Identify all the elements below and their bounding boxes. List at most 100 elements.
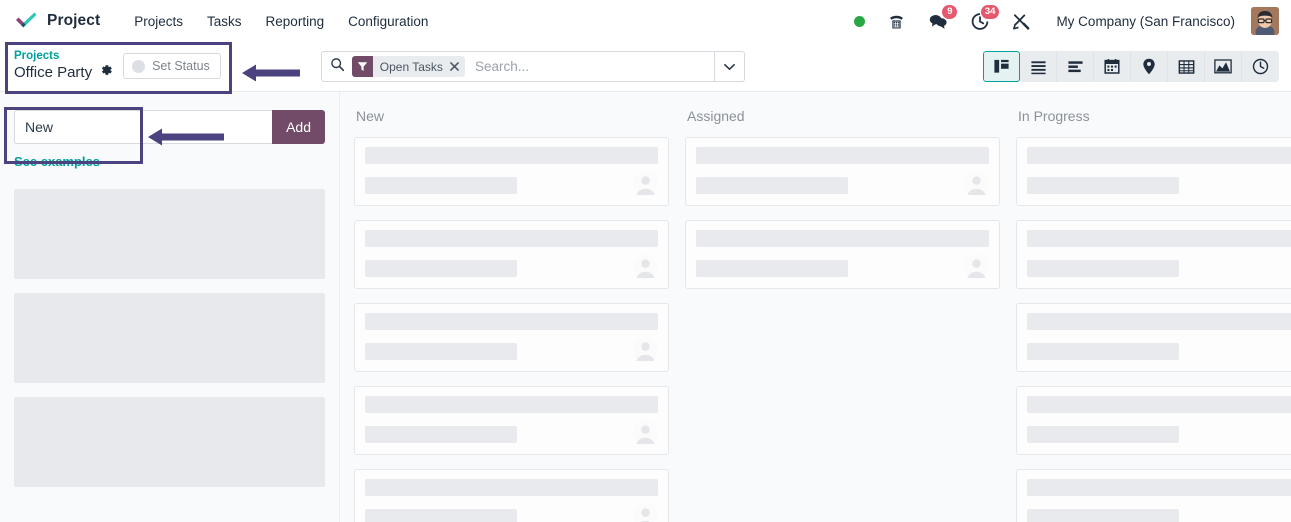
kanban-card-skeleton[interactable]: [1016, 386, 1291, 455]
card-title-placeholder: [696, 147, 989, 164]
card-subtitle-placeholder: [365, 426, 518, 443]
add-button[interactable]: Add: [272, 110, 325, 144]
card-subtitle-placeholder: [365, 509, 518, 522]
kanban-card-skeleton[interactable]: [1016, 137, 1291, 206]
search-icon: [330, 57, 345, 77]
stage-skeleton-block: [14, 397, 325, 487]
card-subtitle-placeholder: [365, 343, 518, 360]
see-examples-link[interactable]: See examples: [14, 154, 100, 169]
pivot-view-icon[interactable]: [1168, 51, 1205, 82]
kanban-column-in-progress: In Progress: [1016, 92, 1291, 522]
kanban-card-skeleton[interactable]: [354, 220, 669, 289]
user-avatar-placeholder: [964, 171, 989, 196]
card-subtitle-placeholder: [365, 260, 518, 277]
breadcrumb-parent-projects[interactable]: Projects: [14, 50, 113, 63]
kanban-column-title: New: [356, 108, 385, 124]
top-navbar: Project Projects Tasks Reporting Configu…: [0, 0, 1291, 42]
nav-link-reporting[interactable]: Reporting: [254, 8, 337, 35]
card-subtitle-placeholder: [1027, 343, 1180, 360]
kanban-card-skeleton[interactable]: [354, 386, 669, 455]
card-title-placeholder: [365, 147, 658, 164]
card-subtitle-placeholder: [365, 177, 518, 194]
page-title: Office Party: [14, 64, 93, 82]
card-title-placeholder: [365, 313, 658, 330]
card-title-placeholder: [1027, 147, 1291, 164]
breadcrumb: Projects Office Party Set Status: [14, 50, 221, 83]
kanban-card-skeleton[interactable]: [354, 469, 669, 522]
kanban-column-assigned: Assigned: [685, 92, 1016, 522]
status-circle-icon: [132, 59, 146, 73]
card-title-placeholder: [365, 396, 658, 413]
activity-view-icon[interactable]: [1057, 51, 1094, 82]
stage-editor-panel: Add See examples: [0, 92, 340, 522]
stage-name-input[interactable]: [14, 110, 273, 144]
card-subtitle-placeholder: [696, 177, 849, 194]
close-icon[interactable]: [450, 62, 459, 71]
check-logo-icon: [14, 11, 38, 31]
activity-clock-icon[interactable]: 34: [959, 4, 1001, 35]
user-avatar-placeholder: [633, 503, 658, 522]
company-switcher[interactable]: My Company (San Francisco): [1042, 10, 1245, 33]
add-stage-row: Add: [14, 110, 325, 144]
card-title-placeholder: [1027, 313, 1291, 330]
control-panel: Projects Office Party Set Status Open Ta…: [0, 42, 1291, 92]
kanban-view-icon[interactable]: [983, 51, 1020, 82]
kanban-card-skeleton[interactable]: [1016, 303, 1291, 372]
set-status-button[interactable]: Set Status: [123, 53, 221, 80]
card-subtitle-placeholder: [1027, 177, 1180, 194]
main-content: Add See examples New: [0, 92, 1291, 522]
systray: 9 34 My Company (San Francisco): [843, 4, 1279, 35]
user-avatar-placeholder: [964, 254, 989, 279]
card-title-placeholder: [365, 479, 658, 496]
card-subtitle-placeholder: [696, 260, 849, 277]
tools-icon[interactable]: [1001, 8, 1042, 35]
card-subtitle-placeholder: [1027, 260, 1180, 277]
card-title-placeholder: [1027, 479, 1291, 496]
kanban-card-skeleton[interactable]: [685, 137, 1000, 206]
app-brand[interactable]: Project: [14, 11, 100, 31]
graph-view-icon[interactable]: [1205, 51, 1242, 82]
avatar[interactable]: [1251, 7, 1279, 35]
stage-skeleton-block: [14, 293, 325, 383]
user-avatar-placeholder: [633, 254, 658, 279]
kanban-card-skeleton[interactable]: [1016, 469, 1291, 522]
presence-dot-icon[interactable]: [843, 12, 876, 31]
filter-icon: [351, 56, 373, 77]
search-input[interactable]: [472, 52, 714, 81]
card-title-placeholder: [1027, 230, 1291, 247]
kanban-card-skeleton[interactable]: [1016, 220, 1291, 289]
user-avatar-placeholder: [633, 337, 658, 362]
user-avatar-placeholder: [633, 171, 658, 196]
card-subtitle-placeholder: [1027, 509, 1180, 522]
user-avatar-placeholder: [633, 420, 658, 445]
set-status-label: Set Status: [152, 59, 210, 74]
search-facet-label: Open Tasks: [379, 59, 443, 74]
gear-icon[interactable]: [99, 63, 113, 82]
kanban-card-skeleton[interactable]: [354, 303, 669, 372]
card-title-placeholder: [696, 230, 989, 247]
nav-link-projects[interactable]: Projects: [122, 8, 195, 35]
brand-label: Project: [47, 12, 101, 29]
kanban-view: New Assigned In Progress: [340, 92, 1291, 522]
view-switcher: [983, 51, 1279, 82]
kanban-column-title: Assigned: [687, 108, 745, 124]
chevron-down-icon[interactable]: [713, 52, 744, 81]
phone-dialpad-icon[interactable]: [876, 8, 917, 35]
calendar-view-icon[interactable]: [1094, 51, 1131, 82]
search-facet-open-tasks[interactable]: Open Tasks: [351, 56, 465, 77]
messages-icon[interactable]: 9: [917, 4, 959, 35]
activities-count-badge: 34: [980, 4, 1000, 19]
card-title-placeholder: [1027, 396, 1291, 413]
kanban-card-skeleton[interactable]: [354, 137, 669, 206]
search-view: Open Tasks: [320, 51, 745, 82]
list-view-icon[interactable]: [1020, 51, 1057, 82]
nav-link-tasks[interactable]: Tasks: [195, 8, 254, 35]
kanban-card-skeleton[interactable]: [685, 220, 1000, 289]
card-title-placeholder: [365, 230, 658, 247]
nav-link-configuration[interactable]: Configuration: [336, 8, 440, 35]
clock-view-icon[interactable]: [1242, 51, 1279, 82]
stage-skeleton-block: [14, 189, 325, 279]
kanban-column-title: In Progress: [1018, 108, 1090, 124]
card-subtitle-placeholder: [1027, 426, 1180, 443]
map-pin-view-icon[interactable]: [1131, 51, 1168, 82]
